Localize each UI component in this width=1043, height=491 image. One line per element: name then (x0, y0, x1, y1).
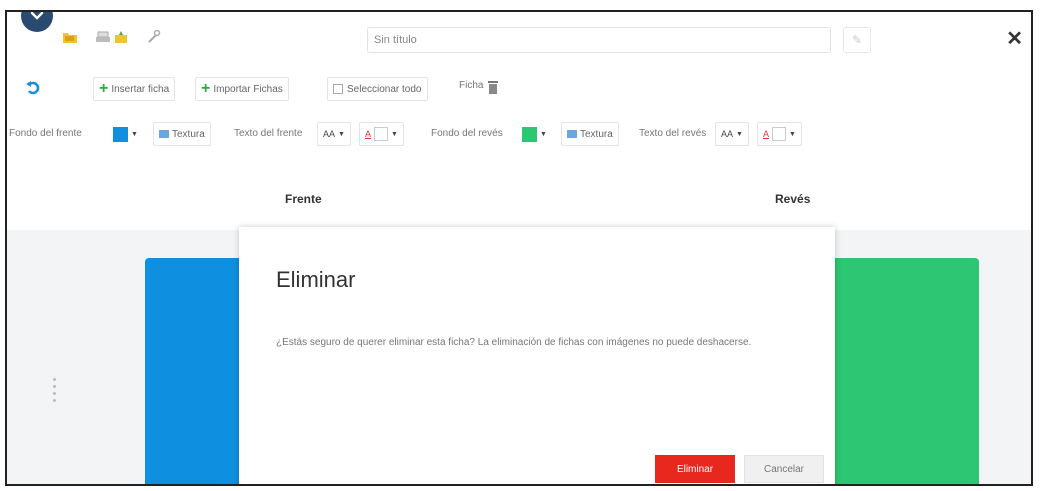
front-bg-color-picker[interactable]: ▼ (110, 122, 141, 146)
font-size-icon: AA (323, 129, 336, 139)
cancel-button[interactable]: Cancelar (744, 455, 824, 483)
caret-down-icon: ▼ (131, 130, 138, 138)
select-all-button[interactable]: Seleccionar todo (327, 77, 428, 101)
front-texture-button[interactable]: Textura (153, 122, 211, 146)
drag-handle-icon[interactable] (53, 378, 57, 406)
back-bg-label: Fondo del revés (431, 128, 503, 139)
dialog-message: ¿Estás seguro de querer eliminar esta fi… (276, 337, 752, 348)
caret-down-icon: ▼ (540, 130, 547, 138)
insert-card-label: Insertar ficha (111, 83, 170, 95)
front-bg-label: Fondo del frente (9, 128, 82, 139)
insert-card-button[interactable]: + Insertar ficha (93, 77, 176, 101)
plus-icon: + (201, 80, 211, 97)
front-font-color-button[interactable]: A ▼ (359, 122, 404, 146)
delete-dialog: Eliminar ¿Estás seguro de querer elimina… (239, 227, 835, 484)
caret-down-icon: ▼ (789, 130, 796, 138)
dialog-title: Eliminar (276, 267, 356, 292)
format-toolbar: Fondo del frente ▼ Textura Texto del fre… (7, 122, 1031, 148)
back-column-header: Revés (775, 192, 811, 206)
folder-icon[interactable] (62, 28, 78, 46)
flashcard-editor-window: Sin título ✎ ✕ + Insertar ficha + Import… (5, 10, 1033, 486)
front-text-label: Texto del frente (234, 128, 303, 139)
collapse-badge[interactable] (21, 12, 53, 32)
export-icon[interactable] (113, 28, 129, 46)
back-texture-button[interactable]: Textura (561, 122, 619, 146)
close-button[interactable]: ✕ (1006, 26, 1023, 51)
back-font-size-button[interactable]: AA ▼ (715, 122, 749, 146)
text-color-swatch (772, 127, 787, 141)
import-cards-label: Importar Fichas (213, 83, 283, 95)
pencil-icon: ✎ (851, 33, 863, 47)
texture-icon (159, 130, 169, 138)
font-size-icon: AA (721, 129, 734, 139)
back-font-color-button[interactable]: A ▼ (757, 122, 802, 146)
back-color-swatch (522, 126, 537, 142)
trash-icon[interactable] (487, 79, 499, 95)
card-front[interactable] (145, 258, 245, 484)
actions-toolbar: + Insertar ficha + Importar Fichas Selec… (7, 74, 1031, 102)
text-color-swatch (374, 127, 389, 141)
caret-down-icon: ▼ (391, 130, 398, 138)
print-icon[interactable] (95, 28, 111, 46)
title-input[interactable]: Sin título (367, 27, 831, 53)
title-edit-button[interactable]: ✎ (843, 27, 871, 53)
back-texture-label: Textura (580, 128, 613, 140)
card-label: Ficha (459, 80, 484, 91)
font-color-icon: A (365, 129, 372, 139)
caret-down-icon: ▼ (736, 130, 743, 138)
front-texture-label: Textura (172, 128, 205, 140)
front-color-swatch (113, 126, 128, 142)
undo-icon[interactable] (25, 80, 41, 96)
front-font-size-button[interactable]: AA ▼ (317, 122, 351, 146)
title-bar: Sin título ✎ ✕ (7, 12, 1031, 70)
front-column-header: Frente (285, 192, 322, 206)
chevron-down-icon (30, 12, 44, 20)
settings-tool-icon[interactable] (145, 28, 161, 46)
caret-down-icon: ▼ (338, 130, 345, 138)
card-back[interactable] (829, 258, 979, 484)
back-text-label: Texto del revés (639, 128, 707, 139)
import-cards-button[interactable]: + Importar Fichas (195, 77, 289, 101)
font-color-icon: A (763, 129, 770, 139)
confirm-delete-button[interactable]: Eliminar (655, 455, 735, 483)
checkbox-icon (333, 84, 343, 94)
back-bg-color-picker[interactable]: ▼ (519, 122, 550, 146)
plus-icon: + (99, 80, 109, 97)
select-all-label: Seleccionar todo (347, 83, 422, 95)
texture-icon (567, 130, 577, 138)
